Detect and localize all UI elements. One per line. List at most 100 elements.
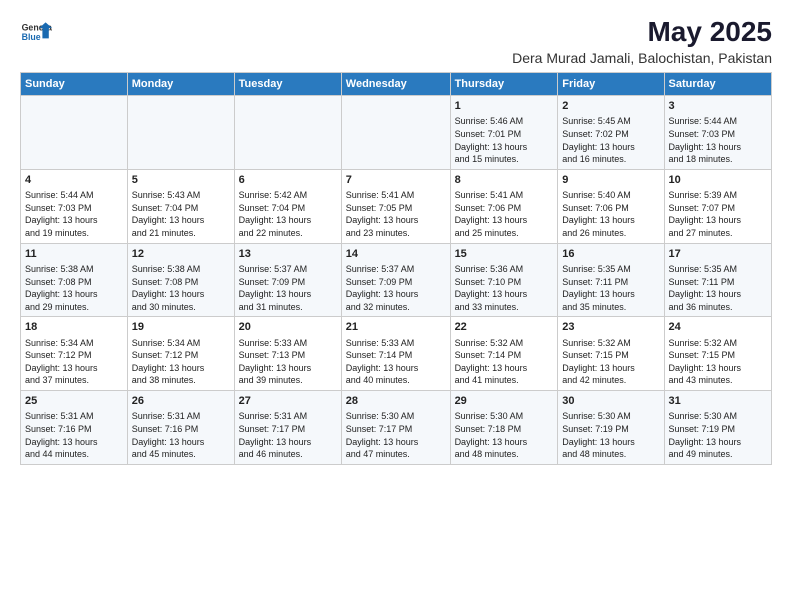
day-number: 19: [132, 320, 230, 335]
day-info: and 36 minutes.: [669, 301, 767, 314]
day-number: 6: [239, 173, 337, 188]
day-info: Sunrise: 5:33 AM: [239, 337, 337, 350]
day-info: Sunrise: 5:38 AM: [25, 263, 123, 276]
day-info: and 30 minutes.: [132, 301, 230, 314]
day-info: Sunrise: 5:32 AM: [455, 337, 554, 350]
day-number: 12: [132, 247, 230, 262]
day-info: Sunset: 7:15 PM: [669, 349, 767, 362]
day-info: Sunset: 7:16 PM: [25, 423, 123, 436]
day-info: Sunset: 7:19 PM: [669, 423, 767, 436]
day-info: Sunrise: 5:44 AM: [669, 115, 767, 128]
calendar-cell: 23Sunrise: 5:32 AMSunset: 7:15 PMDayligh…: [558, 317, 664, 391]
day-info: Sunrise: 5:39 AM: [669, 189, 767, 202]
day-number: 10: [669, 173, 767, 188]
day-info: and 16 minutes.: [562, 153, 659, 166]
day-info: Daylight: 13 hours: [669, 141, 767, 154]
day-info: Daylight: 13 hours: [455, 288, 554, 301]
day-info: Sunset: 7:03 PM: [25, 202, 123, 215]
day-info: Daylight: 13 hours: [562, 362, 659, 375]
calendar-table: SundayMondayTuesdayWednesdayThursdayFrid…: [20, 72, 772, 465]
day-info: and 32 minutes.: [346, 301, 446, 314]
day-info: and 47 minutes.: [346, 448, 446, 461]
day-number: 28: [346, 394, 446, 409]
week-row-3: 11Sunrise: 5:38 AMSunset: 7:08 PMDayligh…: [21, 243, 772, 317]
day-info: Sunset: 7:14 PM: [455, 349, 554, 362]
day-info: Sunset: 7:15 PM: [562, 349, 659, 362]
day-number: 24: [669, 320, 767, 335]
day-number: 25: [25, 394, 123, 409]
day-info: Sunset: 7:12 PM: [132, 349, 230, 362]
day-info: Sunrise: 5:32 AM: [669, 337, 767, 350]
day-info: Daylight: 13 hours: [239, 214, 337, 227]
day-info: Daylight: 13 hours: [346, 288, 446, 301]
day-info: Daylight: 13 hours: [25, 288, 123, 301]
day-info: Daylight: 13 hours: [25, 436, 123, 449]
calendar-cell: 19Sunrise: 5:34 AMSunset: 7:12 PMDayligh…: [127, 317, 234, 391]
day-number: 17: [669, 247, 767, 262]
day-info: and 49 minutes.: [669, 448, 767, 461]
col-header-thursday: Thursday: [450, 73, 558, 96]
day-number: 9: [562, 173, 659, 188]
day-number: 27: [239, 394, 337, 409]
calendar-cell: 24 Sunrise: 5:32 AMSunset: 7:15 PMDayligh…: [664, 317, 771, 391]
calendar-cell: 3Sunrise: 5:44 AMSunset: 7:03 PMDaylight…: [664, 96, 771, 170]
day-info: Sunrise: 5:31 AM: [239, 410, 337, 423]
day-info: Daylight: 13 hours: [455, 214, 554, 227]
title-block: May 2025 Dera Murad Jamali, Balochistan,…: [512, 16, 772, 66]
day-info: Daylight: 13 hours: [669, 362, 767, 375]
calendar-cell: 11Sunrise: 5:38 AMSunset: 7:08 PMDayligh…: [21, 243, 128, 317]
day-info: Sunset: 7:12 PM: [25, 349, 123, 362]
day-info: and 45 minutes.: [132, 448, 230, 461]
day-info: Daylight: 13 hours: [239, 288, 337, 301]
subtitle: Dera Murad Jamali, Balochistan, Pakistan: [512, 50, 772, 66]
calendar-cell: 12Sunrise: 5:38 AMSunset: 7:08 PMDayligh…: [127, 243, 234, 317]
col-header-friday: Friday: [558, 73, 664, 96]
day-info: Sunrise: 5:36 AM: [455, 263, 554, 276]
day-info: Sunset: 7:16 PM: [132, 423, 230, 436]
day-info: and 38 minutes.: [132, 374, 230, 387]
day-number: 1: [455, 99, 554, 114]
day-number: 11: [25, 247, 123, 262]
day-info: Sunrise: 5:35 AM: [669, 263, 767, 276]
day-info: Sunset: 7:11 PM: [669, 276, 767, 289]
day-info: and 48 minutes.: [455, 448, 554, 461]
day-info: Sunrise: 5:33 AM: [346, 337, 446, 350]
day-info: Daylight: 13 hours: [455, 141, 554, 154]
day-info: Daylight: 13 hours: [346, 436, 446, 449]
day-info: Sunrise: 5:41 AM: [455, 189, 554, 202]
day-info: Sunset: 7:03 PM: [669, 128, 767, 141]
day-info: Sunrise: 5:40 AM: [562, 189, 659, 202]
day-info: Sunset: 7:06 PM: [455, 202, 554, 215]
day-number: 14: [346, 247, 446, 262]
main-title: May 2025: [512, 16, 772, 48]
day-info: and 18 minutes.: [669, 153, 767, 166]
day-info: Sunset: 7:09 PM: [346, 276, 446, 289]
day-info: Sunset: 7:19 PM: [562, 423, 659, 436]
day-info: Daylight: 13 hours: [25, 214, 123, 227]
calendar-cell: 5Sunrise: 5:43 AMSunset: 7:04 PMDaylight…: [127, 169, 234, 243]
calendar-cell: 21Sunrise: 5:33 AMSunset: 7:14 PMDayligh…: [341, 317, 450, 391]
calendar-cell: 13Sunrise: 5:37 AMSunset: 7:09 PMDayligh…: [234, 243, 341, 317]
day-info: Daylight: 13 hours: [562, 436, 659, 449]
day-info: Sunrise: 5:41 AM: [346, 189, 446, 202]
day-info: Sunrise: 5:31 AM: [132, 410, 230, 423]
day-info: Sunrise: 5:30 AM: [669, 410, 767, 423]
calendar-cell: 29Sunrise: 5:30 AMSunset: 7:18 PMDayligh…: [450, 391, 558, 465]
day-info: and 21 minutes.: [132, 227, 230, 240]
day-info: Sunrise: 5:38 AM: [132, 263, 230, 276]
col-header-sunday: Sunday: [21, 73, 128, 96]
day-info: and 37 minutes.: [25, 374, 123, 387]
day-info: Sunset: 7:10 PM: [455, 276, 554, 289]
day-number: 4: [25, 173, 123, 188]
day-info: Sunrise: 5:37 AM: [239, 263, 337, 276]
day-info: Daylight: 13 hours: [132, 214, 230, 227]
day-info: Sunset: 7:11 PM: [562, 276, 659, 289]
day-info: Sunset: 7:13 PM: [239, 349, 337, 362]
day-info: and 35 minutes.: [562, 301, 659, 314]
week-row-1: 1Sunrise: 5:46 AMSunset: 7:01 PMDaylight…: [21, 96, 772, 170]
col-header-saturday: Saturday: [664, 73, 771, 96]
calendar-cell: 27Sunrise: 5:31 AMSunset: 7:17 PMDayligh…: [234, 391, 341, 465]
logo: General Blue: [20, 16, 52, 48]
day-info: and 40 minutes.: [346, 374, 446, 387]
logo-icon: General Blue: [20, 16, 52, 48]
